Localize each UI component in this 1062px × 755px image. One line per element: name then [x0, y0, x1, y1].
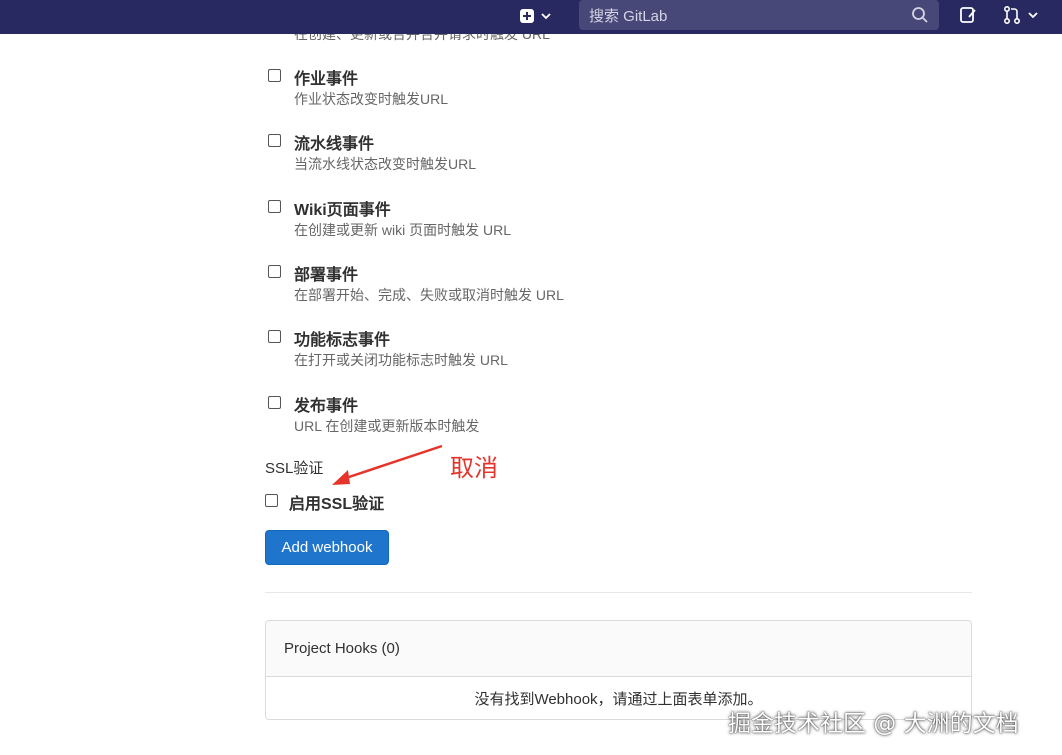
ssl-verification-checkbox[interactable] — [265, 494, 278, 507]
annotation-arrow-icon — [332, 444, 443, 485]
event-description: URL 在创建或更新版本时触发 — [294, 418, 480, 434]
search-placeholder: 搜索 GitLab — [589, 7, 668, 25]
event-checkbox[interactable] — [268, 200, 281, 213]
event-title: 部署事件 — [294, 267, 359, 284]
event-description: 在打开或关闭功能标志时触发 URL — [294, 352, 508, 368]
chevron-down-icon — [1028, 12, 1038, 19]
chevron-down-icon — [541, 13, 551, 20]
top-navbar: 搜索 GitLab — [0, 0, 1062, 34]
watermark: 掘金技术社区 @ 大洲的文档 — [728, 711, 1019, 737]
event-description: 在部署开始、完成、失败或取消时触发 URL — [294, 287, 564, 303]
project-hooks-title: Project Hooks (0) — [266, 621, 971, 677]
event-checkbox[interactable] — [268, 396, 281, 409]
event-description: 当流水线状态改变时触发URL — [294, 156, 477, 172]
ssl-verification-heading: SSL验证 — [265, 460, 324, 477]
search-icon — [912, 7, 928, 23]
search-input[interactable]: 搜索 GitLab — [579, 0, 939, 30]
todo-icon[interactable] — [958, 5, 978, 25]
event-description: 作业状态改变时触发URL — [294, 91, 449, 107]
divider — [265, 592, 972, 593]
event-checkbox[interactable] — [268, 330, 281, 343]
event-title: 发布事件 — [294, 398, 359, 415]
event-title: Wiki页面事件 — [294, 202, 391, 219]
event-checkbox[interactable] — [268, 134, 281, 147]
merge-request-icon — [1003, 5, 1021, 25]
event-checkbox[interactable] — [268, 265, 281, 278]
event-title: 功能标志事件 — [294, 332, 391, 349]
plus-square-icon — [520, 9, 534, 23]
new-item-dropdown[interactable] — [520, 6, 552, 26]
event-title: 作业事件 — [294, 71, 359, 88]
event-title: 流水线事件 — [294, 136, 375, 153]
annotation-label: 取消 — [450, 454, 498, 482]
merge-request-event-description: 在创建、更新或合并合并请求时触发 URL — [294, 34, 550, 42]
add-webhook-button[interactable]: Add webhook — [265, 530, 389, 565]
merge-requests-dropdown[interactable] — [1003, 5, 1039, 25]
event-checkbox[interactable] — [268, 69, 281, 82]
event-description: 在创建或更新 wiki 页面时触发 URL — [294, 222, 512, 238]
